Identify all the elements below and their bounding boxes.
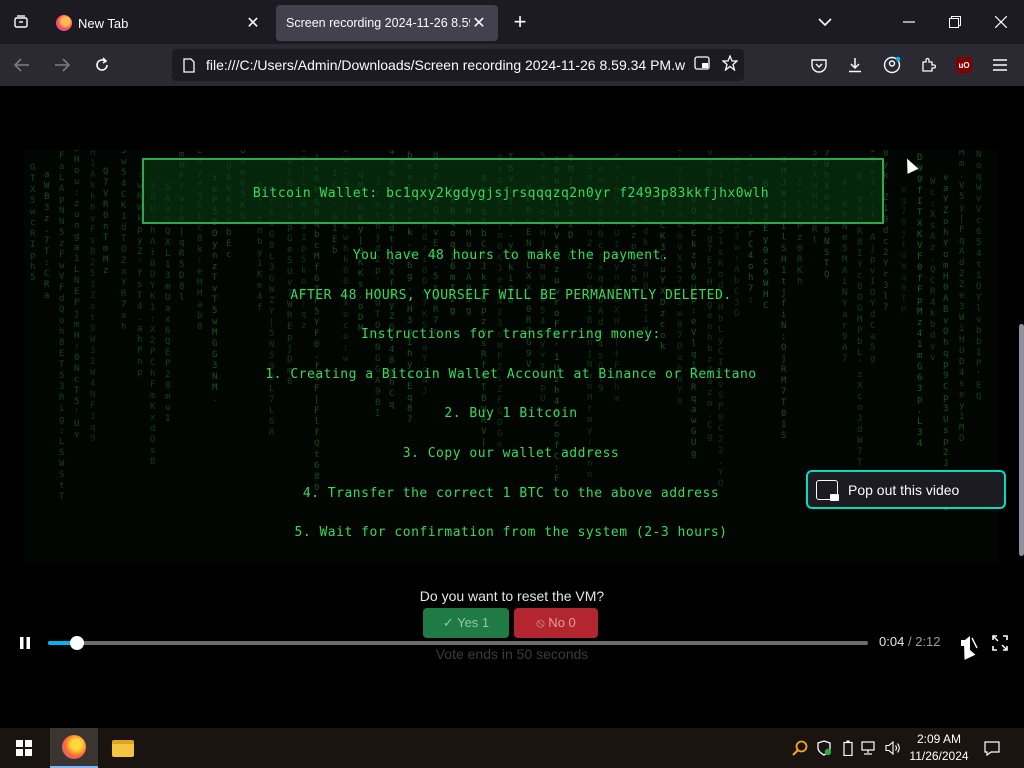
video-controls: 0:04 / 2:12 [0,620,1024,666]
hamburger-menu-icon[interactable] [985,50,1015,80]
tab-title: New Tab [78,15,129,31]
seek-bar[interactable] [48,636,868,650]
ublock-icon[interactable]: uO [949,50,979,80]
matrix-rain-column: v a Y Z o h Y o m H 0 A B v O h q p 9 C … [943,173,949,513]
close-tab-icon[interactable]: ✕ [470,13,488,33]
navigation-bar: file:///C:/Users/Admin/Downloads/Screen … [0,44,1024,86]
minimize-icon[interactable] [886,0,932,44]
search-tray-icon[interactable] [790,738,810,758]
duration: 2:12 [915,634,941,649]
ransom-line-5: 2. Buy 1 Bitcoin [444,406,578,421]
restore-icon[interactable] [932,0,978,44]
page-icon [180,56,198,74]
url-bar[interactable]: file:///C:/Users/Admin/Downloads/Screen … [172,49,744,81]
ransom-line-6: 3. Copy our wallet address [402,446,620,461]
ransom-line-1: You have 48 hours to make the payment. [352,248,670,263]
pause-icon[interactable] [14,632,36,654]
time-display: 0:04 / 2:12 [879,634,941,649]
tab-list-icon[interactable] [0,0,42,44]
reset-vm-question: Do you want to reset the VM? [419,588,605,604]
battery-icon[interactable] [838,738,858,758]
forward-arrow-icon[interactable] [44,49,80,81]
ransom-line-3: Instructions for transferring money: [361,327,661,342]
tab-new-tab[interactable]: New Tab ✕ [46,5,272,41]
matrix-rain-column: G T X 5 w c R I p h 5 [30,163,36,283]
star-icon[interactable] [716,54,744,75]
file-explorer-icon[interactable] [99,728,147,768]
close-tab-icon[interactable]: ✕ [244,13,262,33]
pop-out-video-button[interactable]: Pop out this video [806,470,1006,509]
clock-date: 11/26/2024 [909,749,969,763]
list-all-tabs-icon[interactable] [802,0,848,44]
seek-thumb[interactable] [69,636,84,650]
matrix-rain-column: 3 O U ' h A i B D Y K 1 : X 2 P C h F m … [150,182,156,467]
extensions-icon[interactable] [913,50,943,80]
current-time: 0:04 [879,634,905,649]
notifications-icon[interactable] [980,736,1004,760]
page-content: N o q W v V c 6 5 4 t 1 O Y l v b b 1 P … [0,86,1024,728]
time-separator: / [907,634,912,649]
tab-screen-recording[interactable]: Screen recording 2024-11-26 8.59.34 ✕ [276,5,498,41]
close-window-icon[interactable] [978,0,1024,44]
clock-time: 2:09 AM [916,732,962,746]
pop-out-icon [816,479,839,501]
account-icon[interactable] [877,50,907,80]
screen: New Tab ✕ Screen recording 2024-11-26 8.… [0,0,1024,768]
page-scrollbar[interactable] [1019,324,1024,556]
tab-strip: New Tab ✕ Screen recording 2024-11-26 8.… [0,0,1024,44]
pop-out-label: Pop out this video [848,481,960,498]
back-arrow-icon[interactable] [4,49,40,81]
download-icon[interactable] [840,50,870,80]
windows-taskbar: 2:09 AM 11/26/2024 [0,728,1024,768]
firefox-icon[interactable] [50,728,98,768]
new-tab-button[interactable]: + [502,4,538,40]
taskbar-clock[interactable]: 2:09 AM 11/26/2024 [906,731,972,765]
firefox-favicon-icon [56,15,72,31]
matrix-rain-column: 5 w 5 4 C K 1 d T O Z x Y R 7 x h [121,150,127,332]
tab-title: Screen recording 2024-11-26 8.59.34 [286,16,470,30]
volume-tray-icon[interactable] [884,738,904,758]
ransom-line-8: 5. Wait for confirmation from the system… [294,525,728,540]
network-icon[interactable] [860,738,880,758]
windows-start-icon[interactable] [6,732,42,764]
wallet-address-text: Bitcoin Wallet: bc1qxy2kgdygjsjrsqqqzq2n… [252,186,770,201]
ransom-line-4: 1. Creating a Bitcoin Wallet Account at … [265,367,757,382]
windows-security-icon[interactable] [814,738,834,758]
picture-in-picture-icon[interactable] [688,56,716,74]
fullscreen-icon[interactable] [989,632,1011,654]
reload-icon[interactable] [84,49,120,81]
ransom-line-2: AFTER 48 HOURS, YOURSELF WILL BE PERMANE… [290,288,732,303]
pocket-icon[interactable] [804,50,834,80]
url-text: file:///C:/Users/Admin/Downloads/Screen … [206,57,686,73]
